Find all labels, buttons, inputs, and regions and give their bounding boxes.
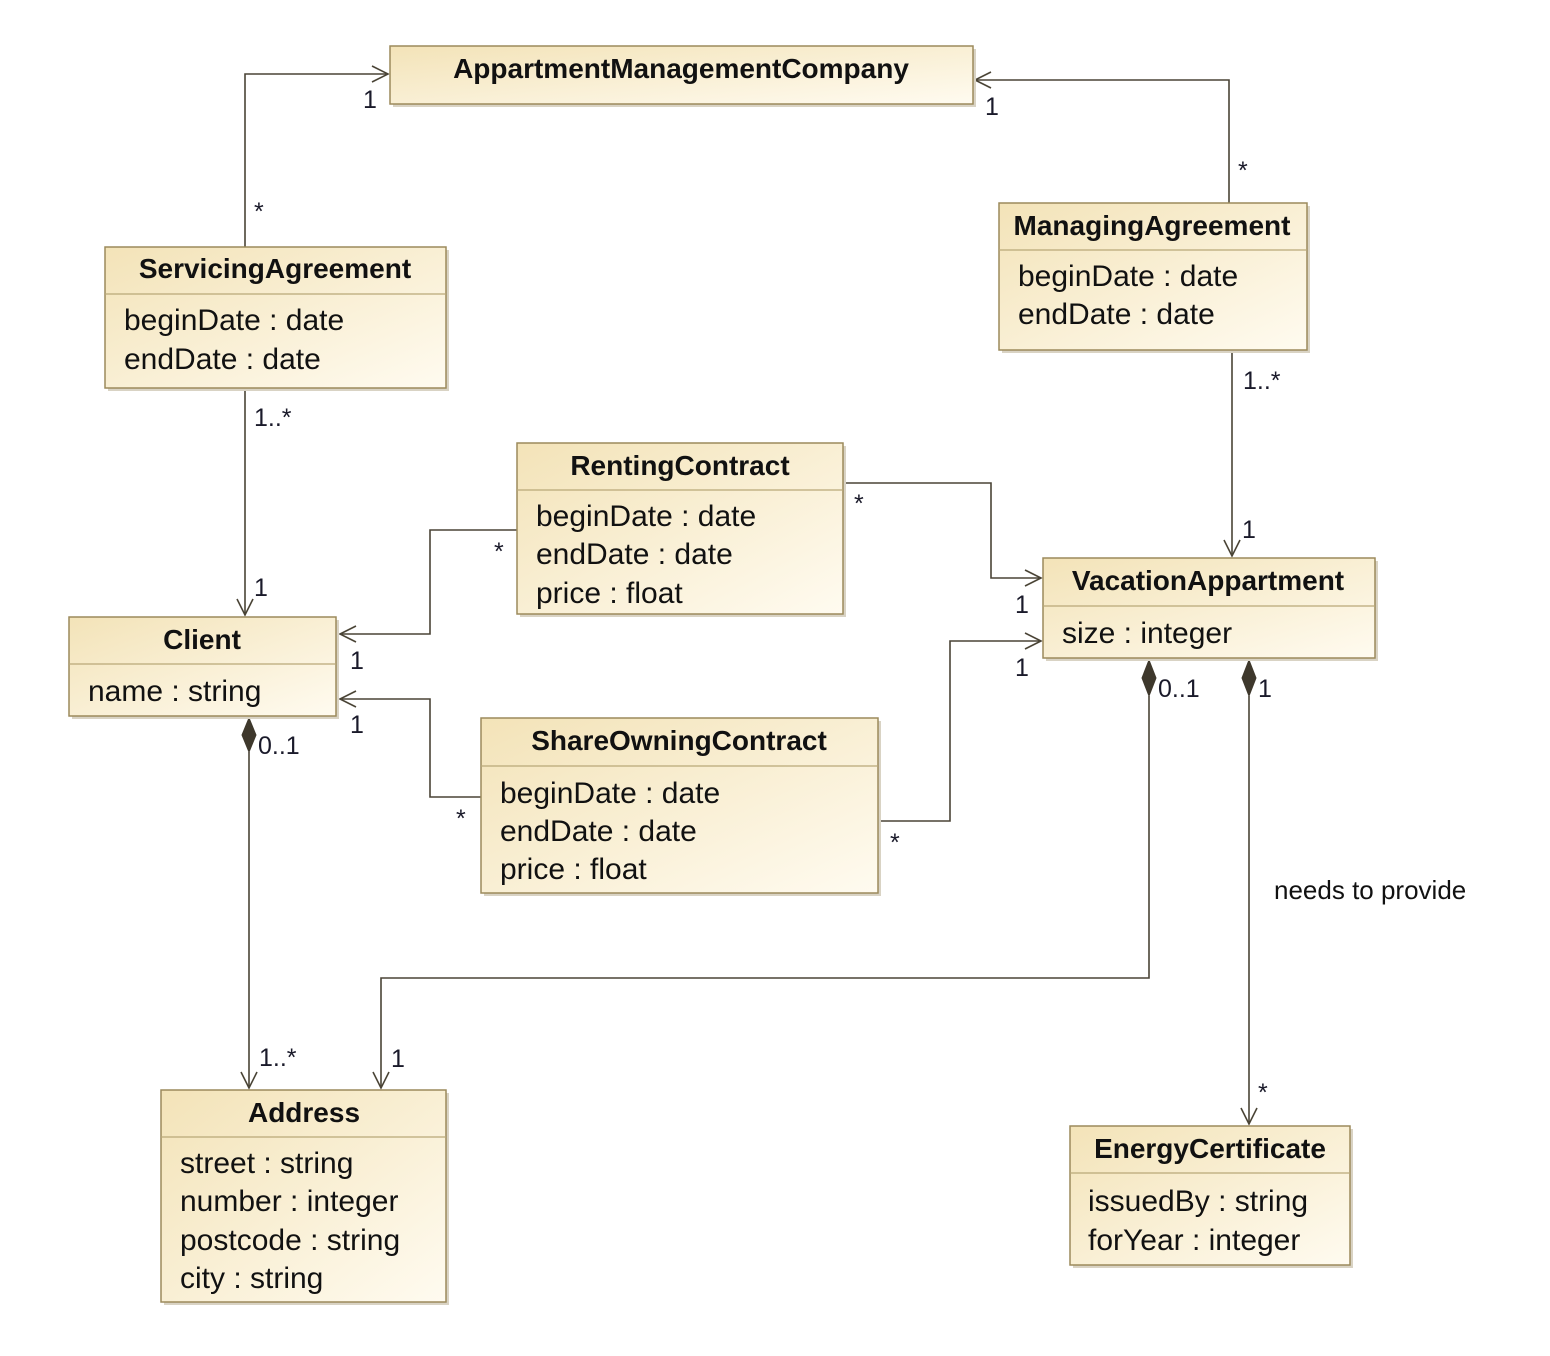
multiplicity: 1..*	[259, 1044, 297, 1072]
composition-diamond-icon	[1141, 658, 1157, 698]
attribute: price : float	[500, 853, 647, 886]
multiplicity: *	[456, 805, 466, 833]
class-name: Client	[163, 624, 241, 655]
class-client[interactable]: Client name : string	[68, 616, 339, 719]
multiplicity: *	[254, 198, 264, 226]
attribute: beginDate : date	[1018, 260, 1238, 293]
class-appartment-management-company[interactable]: AppartmentManagementCompany	[389, 45, 976, 107]
attribute: endDate : date	[500, 815, 697, 848]
assoc-renting-vacation[interactable]: * 1	[843, 482, 1043, 619]
class-renting-contract[interactable]: RentingContract beginDate : date endDate…	[516, 442, 846, 617]
attribute: endDate : date	[536, 538, 733, 571]
attribute: forYear : integer	[1088, 1224, 1300, 1257]
multiplicity: *	[1238, 157, 1248, 185]
multiplicity: 1	[1258, 675, 1272, 703]
association-label: needs to provide	[1274, 875, 1466, 905]
assoc-share-client[interactable]: * 1	[338, 690, 481, 833]
multiplicity: 1	[1015, 591, 1029, 619]
composition-diamond-icon	[241, 716, 257, 754]
class-name: ManagingAgreement	[1014, 210, 1291, 241]
assoc-renting-client[interactable]: * 1	[338, 529, 517, 675]
class-name: VacationAppartment	[1072, 565, 1344, 596]
class-energy-certificate[interactable]: EnergyCertificate issuedBy : string forY…	[1069, 1125, 1353, 1268]
assoc-managing-vacation[interactable]: 1..* 1	[1223, 350, 1281, 558]
class-servicing-agreement[interactable]: ServicingAgreement beginDate : date endD…	[104, 246, 449, 391]
multiplicity: 1	[391, 1045, 405, 1073]
class-managing-agreement[interactable]: ManagingAgreement beginDate : date endDa…	[998, 202, 1310, 353]
attribute: price : float	[536, 577, 683, 610]
attribute: endDate : date	[1018, 298, 1215, 331]
attribute: name : string	[88, 675, 261, 708]
assoc-share-vacation[interactable]: * 1	[878, 632, 1043, 857]
attribute: size : integer	[1062, 617, 1232, 650]
assoc-vacation-energy[interactable]: 1 * needs to provide	[1240, 658, 1466, 1126]
multiplicity: *	[494, 538, 504, 566]
attribute: postcode : string	[180, 1224, 400, 1257]
multiplicity: 1	[363, 86, 377, 114]
class-name: AppartmentManagementCompany	[453, 53, 909, 84]
multiplicity: 1..*	[254, 404, 292, 432]
class-name: RentingContract	[570, 450, 789, 481]
multiplicity: 1	[1242, 516, 1256, 544]
attribute: city : string	[180, 1262, 323, 1295]
attribute: endDate : date	[124, 343, 321, 376]
class-share-owning-contract[interactable]: ShareOwningContract beginDate : date end…	[480, 717, 881, 896]
class-name: Address	[248, 1097, 360, 1128]
class-vacation-appartment[interactable]: VacationAppartment size : integer	[1042, 557, 1378, 661]
attribute: issuedBy : string	[1088, 1185, 1308, 1218]
uml-class-diagram: * 1 1 * 1..* 1 1..* 1 * 1 * 1 * 1 * 1 0.…	[68, 45, 1466, 1305]
assoc-servicing-amc[interactable]: * 1	[244, 65, 390, 247]
attribute: number : integer	[180, 1185, 398, 1218]
assoc-managing-amc[interactable]: 1 *	[973, 71, 1248, 203]
multiplicity: 0..1	[1158, 675, 1200, 703]
multiplicity: 1	[350, 647, 364, 675]
class-name: ServicingAgreement	[139, 253, 411, 284]
attribute: beginDate : date	[500, 777, 720, 810]
multiplicity: 1	[350, 711, 364, 739]
multiplicity: 1	[254, 574, 268, 602]
assoc-client-address[interactable]: 0..1 1..*	[240, 716, 300, 1090]
class-address[interactable]: Address street : string number : integer…	[160, 1089, 449, 1305]
multiplicity: *	[854, 490, 864, 518]
class-name: ShareOwningContract	[531, 725, 827, 756]
multiplicity: *	[1258, 1079, 1268, 1107]
multiplicity: *	[890, 829, 900, 857]
multiplicity: 1	[985, 93, 999, 121]
attribute: beginDate : date	[536, 500, 756, 533]
attribute: street : string	[180, 1147, 353, 1180]
multiplicity: 0..1	[258, 732, 300, 760]
class-name: EnergyCertificate	[1094, 1133, 1326, 1164]
composition-diamond-icon	[1241, 658, 1257, 698]
multiplicity: 1	[1015, 654, 1029, 682]
assoc-servicing-client[interactable]: 1..* 1	[236, 388, 292, 617]
attribute: beginDate : date	[124, 304, 344, 337]
multiplicity: 1..*	[1243, 367, 1281, 395]
